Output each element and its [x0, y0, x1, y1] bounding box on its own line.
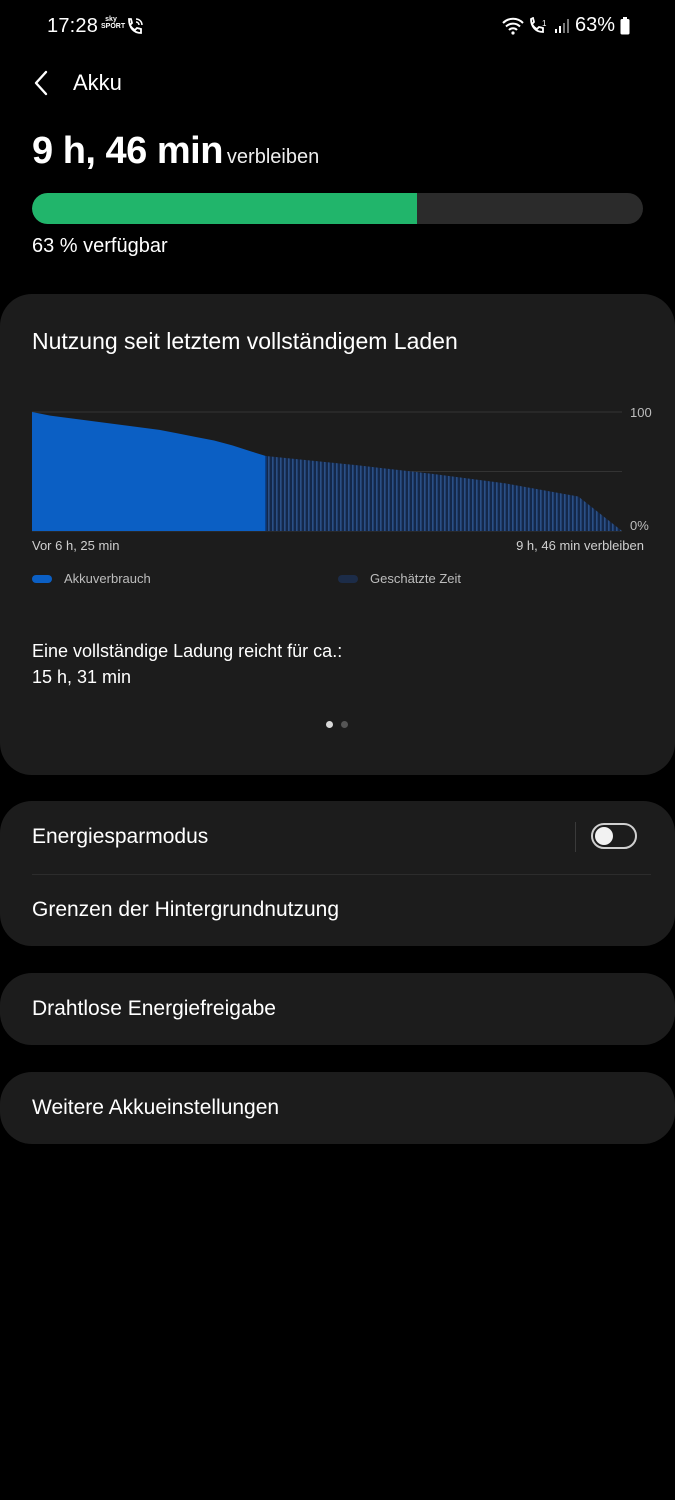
remaining-time: 9 h, 46 min verbleiben [32, 130, 319, 173]
chart-x-end-label: 9 h, 46 min verbleiben [516, 538, 644, 553]
status-time: 17:28 [47, 15, 99, 37]
status-bar: 17:28 sky SPORT 1 63% [0, 0, 675, 56]
usage-card[interactable]: Nutzung seit letztem vollständigem Laden… [0, 294, 675, 775]
legend-usage-swatch [32, 574, 52, 583]
sky-sport-icon: sky SPORT [101, 16, 126, 30]
signal-icon [554, 18, 569, 33]
battery-usage-chart: 100 0% [32, 405, 652, 533]
battery-level-fill [32, 193, 417, 224]
back-arrow-icon[interactable] [28, 66, 58, 100]
power-saving-toggle[interactable] [591, 823, 637, 849]
usage-area [32, 412, 266, 531]
wireless-powershare-row[interactable]: Drahtlose Energiefreigabe [0, 973, 675, 1045]
legend-estimate-swatch [338, 574, 358, 583]
legend-usage-label: Akkuverbrauch [64, 571, 151, 586]
estimate-area [265, 456, 622, 531]
full-charge-label: Eine vollständige Ladung reicht für ca.: [32, 641, 343, 661]
battery-settings-card: Energiesparmodus Grenzen der Hintergrund… [0, 801, 675, 946]
toggle-knob [595, 827, 613, 845]
full-charge-value: 15 h, 31 min [32, 667, 132, 687]
battery-available-text: 63 % verfügbar [32, 235, 168, 257]
volte-call-icon: 1 [530, 16, 547, 33]
legend-estimate: Geschätzte Zeit [338, 571, 461, 586]
remaining-time-suffix: verbleiben [226, 146, 320, 168]
power-saving-label: Energiesparmodus [32, 825, 209, 848]
row-separator [575, 822, 576, 852]
remaining-time-value: 9 h, 46 min [32, 130, 223, 172]
chart-y-label-max: 100 [630, 405, 652, 420]
full-charge-estimate: Eine vollständige Ladung reicht für ca.:… [32, 638, 342, 690]
wireless-powershare-card[interactable]: Drahtlose Energiefreigabe [0, 973, 675, 1045]
battery-icon [620, 16, 630, 34]
more-settings-label: Weitere Akkueinstellungen [32, 1096, 280, 1119]
wifi-icon [502, 17, 524, 35]
usage-card-title: Nutzung seit letztem vollständigem Laden [32, 328, 458, 354]
page-dot-2[interactable] [341, 721, 348, 728]
page-dot-1[interactable] [326, 721, 333, 728]
svg-text:1: 1 [542, 19, 547, 28]
battery-level-bar [32, 193, 643, 224]
legend-estimate-label: Geschätzte Zeit [370, 571, 462, 586]
page-indicator [326, 721, 348, 728]
page-title: Akku [73, 70, 122, 95]
status-battery-percent: 63% [574, 14, 615, 36]
background-limits-label: Grenzen der Hintergrundnutzung [32, 898, 340, 921]
background-limits-row[interactable]: Grenzen der Hintergrundnutzung [0, 874, 675, 946]
wifi-call-icon [128, 18, 143, 34]
chart-y-label-min: 0% [630, 518, 649, 533]
chart-x-start-label: Vor 6 h, 25 min [32, 538, 120, 553]
more-settings-row[interactable]: Weitere Akkueinstellungen [0, 1072, 675, 1144]
wireless-powershare-label: Drahtlose Energiefreigabe [32, 997, 276, 1020]
power-saving-row[interactable]: Energiesparmodus [0, 801, 675, 873]
more-settings-card[interactable]: Weitere Akkueinstellungen [0, 1072, 675, 1144]
legend-usage: Akkuverbrauch [32, 571, 151, 586]
